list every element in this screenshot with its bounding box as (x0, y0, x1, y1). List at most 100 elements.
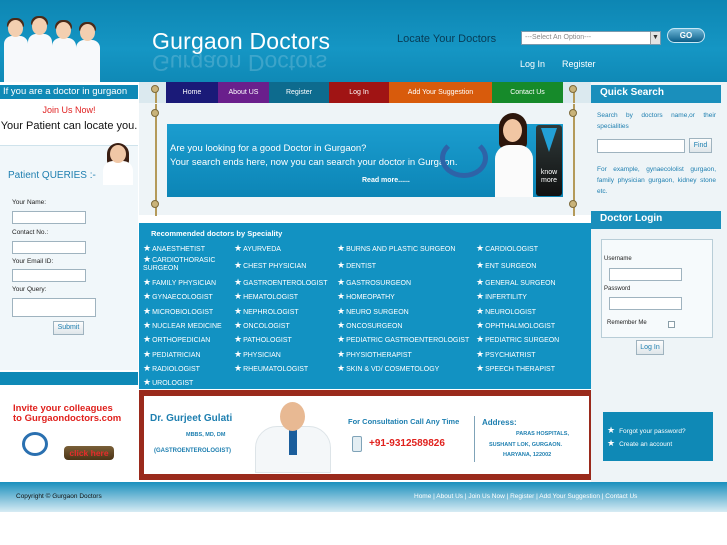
query-textarea[interactable] (12, 298, 96, 317)
speciality-link[interactable]: ★PHYSIOTHERAPIST (337, 349, 412, 360)
speciality-link[interactable]: ★PEDIATRIC SURGEON (476, 334, 559, 345)
locate-doctor-select[interactable]: ---Select An Option--- ▼ (521, 31, 661, 45)
quick-search-input[interactable] (597, 139, 685, 153)
footer-links[interactable]: Home | About Us | Join Us Now | Register… (414, 493, 637, 500)
speciality-link[interactable]: ★NEPHROLOGIST (234, 306, 299, 317)
star-icon: ★ (234, 306, 243, 316)
speciality-link[interactable]: ★ENT SURGEON (476, 260, 536, 271)
banner-doctor-image (493, 113, 535, 197)
star-icon: ★ (143, 291, 152, 301)
quick-search-title: Quick Search (591, 85, 721, 103)
contact-input[interactable] (12, 241, 86, 254)
star-icon: ★ (476, 334, 485, 344)
select-placeholder: ---Select An Option--- (525, 34, 592, 41)
star-icon: ★ (143, 377, 152, 387)
read-more-link[interactable]: Read more...... (362, 177, 410, 184)
pin-icon (569, 109, 577, 117)
speciality-link[interactable]: ★PEDIATRICIAN (143, 349, 201, 360)
email-input[interactable] (12, 269, 86, 282)
speciality-link[interactable]: ★FAMILY PHYSICIAN (143, 277, 216, 288)
speciality-link[interactable]: ★DENTIST (337, 260, 376, 271)
submit-button[interactable]: Submit (53, 321, 84, 335)
go-button[interactable]: GO (667, 28, 705, 43)
star-icon: ★ (234, 260, 243, 270)
speciality-link[interactable]: ★NUCLEAR MEDICINE (143, 320, 222, 331)
speciality-link[interactable]: ★RHEUMATOLOGIST (234, 363, 308, 374)
arrow-down-icon (541, 128, 557, 152)
login-button[interactable]: Log In (636, 340, 664, 355)
star-icon: ★ (143, 306, 152, 316)
find-button[interactable]: Find (689, 138, 712, 153)
speciality-link[interactable]: ★GENERAL SURGEON (476, 277, 556, 288)
left-divider-band (0, 372, 138, 385)
stethoscope-icon (22, 432, 48, 456)
doctor-name[interactable]: Dr. Gurjeet Gulati (150, 413, 232, 424)
star-icon: ★ (234, 363, 243, 373)
speciality-link[interactable]: ★GYNAECOLOGIST (143, 291, 213, 302)
address-title: Address: (482, 418, 517, 427)
speciality-link[interactable]: ★SPEECH THERAPIST (476, 363, 555, 374)
doctor-banner[interactable]: If you are a doctor in gurgaon (0, 85, 138, 99)
star-icon: ★ (234, 334, 243, 344)
consultation-label: For Consultation Call Any Time (348, 417, 460, 426)
password-input[interactable] (609, 297, 682, 310)
doctor-qualification: MBBS, MD, DM (186, 432, 226, 438)
doctor-speciality: (GASTROENTEROLOGIST) (154, 448, 231, 454)
speciality-link[interactable]: ★UROLOGIST (143, 377, 193, 388)
speciality-link[interactable]: ★INFERTILITY (476, 291, 527, 302)
header-register-link[interactable]: Register (562, 59, 596, 69)
speciality-link[interactable]: ★ONCOLOGIST (234, 320, 290, 331)
star-icon: ★ (234, 320, 243, 330)
speciality-link[interactable]: ★PATHOLOGIST (234, 334, 292, 345)
create-account-link[interactable]: ★ Create an account (607, 438, 672, 449)
speciality-link[interactable]: ★NEUROLOGIST (476, 306, 536, 317)
speciality-link[interactable]: ★BURNS AND PLASTIC SURGEON (337, 243, 455, 254)
nav-home[interactable]: Home (166, 82, 218, 103)
email-label: Your Email ID: (12, 258, 54, 265)
star-icon: ★ (337, 320, 346, 330)
search-example: For example, gynaecololist gurgaon, fami… (597, 166, 716, 195)
speciality-link[interactable]: ★PEDIATRIC GASTROENTEROLOGIST (337, 334, 469, 345)
speciality-link[interactable]: ★CARDIOTHORASIC SURGEON (143, 255, 225, 273)
nav-about-us[interactable]: About US (218, 82, 269, 103)
doctors-group-image (0, 14, 102, 82)
pin-icon (569, 200, 577, 208)
speciality-link[interactable]: ★ANAESTHETIST (143, 243, 205, 254)
speciality-link[interactable]: ★NEURO SURGEON (337, 306, 409, 317)
name-input[interactable] (12, 211, 86, 224)
name-label: Your Name: (12, 199, 47, 206)
join-us-text[interactable]: Join Us Now! (0, 105, 138, 115)
star-icon: ★ (234, 349, 243, 359)
speciality-link[interactable]: ★OPHTHALMOLOGIST (476, 320, 555, 331)
remember-me-checkbox[interactable] (668, 321, 675, 328)
doctor-woman-image (100, 143, 138, 185)
nav-add-suggestion[interactable]: Add Your Suggestion (389, 82, 492, 103)
speciality-link[interactable]: ★CHEST PHYSICIAN (234, 260, 306, 271)
star-icon: ★ (476, 243, 485, 253)
doctor-photo (251, 399, 337, 473)
nav-contact-us[interactable]: Contact Us (492, 82, 563, 103)
nav-register[interactable]: Register (269, 82, 329, 103)
query-label: Your Query: (12, 286, 47, 293)
invite-text: Invite your colleagues to Gurgaondoctors… (13, 403, 122, 424)
speciality-link[interactable]: ★CARDIOLOGIST (476, 243, 538, 254)
star-icon: ★ (234, 291, 243, 301)
speciality-link[interactable]: ★ORTHOPEDICIAN (143, 334, 210, 345)
speciality-link[interactable]: ★GASTROSURGEON (337, 277, 411, 288)
address-line: SUSHANT LOK, GURGAON. (489, 442, 563, 448)
speciality-link[interactable]: ★RADIOLOGIST (143, 363, 200, 374)
nav-login[interactable]: Log In (329, 82, 389, 103)
speciality-link[interactable]: ★HOMEOPATHY (337, 291, 395, 302)
speciality-link[interactable]: ★SKIN & VD/ COSMETOLOGY (337, 363, 439, 374)
forgot-password-link[interactable]: ★ Forgot your password? (607, 425, 686, 436)
speciality-link[interactable]: ★ONCOSURGEON (337, 320, 402, 331)
speciality-link[interactable]: ★GASTROENTEROLOGIST (234, 277, 327, 288)
speciality-link[interactable]: ★PSYCHIATRIST (476, 349, 536, 360)
speciality-link[interactable]: ★HEMATOLOGIST (234, 291, 298, 302)
header-login-link[interactable]: Log In (520, 59, 545, 69)
invite-click-here-button[interactable]: click here (64, 446, 114, 460)
speciality-link[interactable]: ★AYURVEDA (234, 243, 281, 254)
speciality-link[interactable]: ★PHYSICIAN (234, 349, 281, 360)
speciality-link[interactable]: ★MICROBIOLOGIST (143, 306, 213, 317)
username-input[interactable] (609, 268, 682, 281)
